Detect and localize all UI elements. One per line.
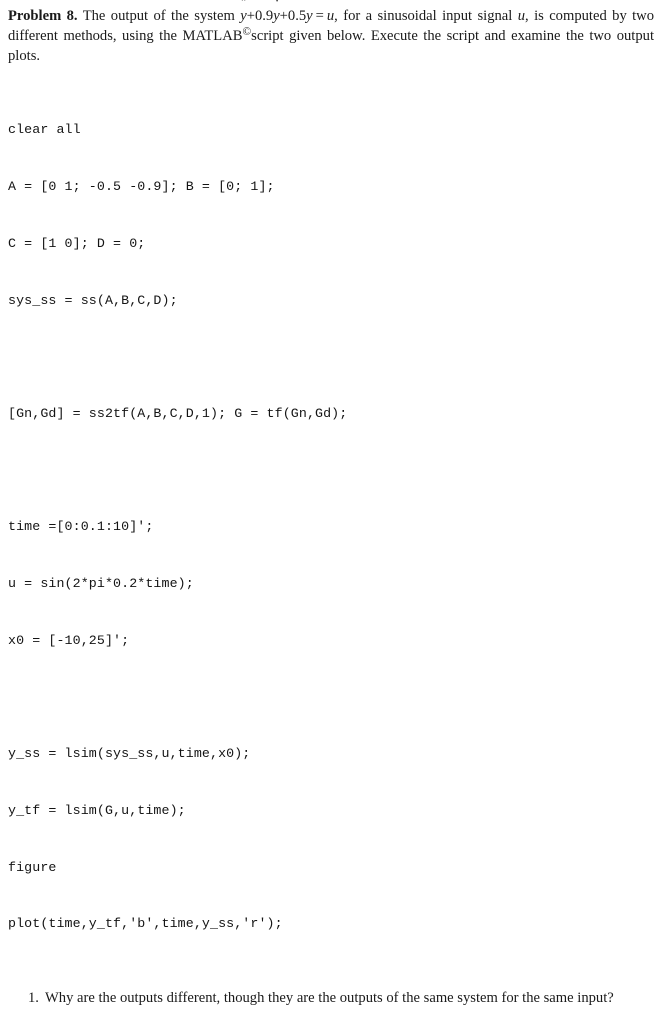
intro-text-part2: , for a sinusoidal input signal xyxy=(334,8,513,24)
code-line: C = [1 0]; D = 0; xyxy=(8,235,146,251)
code-line: u = sin(2*pi*0.2*time); xyxy=(8,576,194,592)
document-page: Problem 8. The output of the system y+0.… xyxy=(0,0,661,1006)
question-text: Why are the outputs different, though th… xyxy=(45,990,614,1007)
code-line: plot(time,y_tf,'b',time,y_ss,'r'); xyxy=(8,916,283,932)
problem-label: Problem 8. xyxy=(8,8,78,24)
code-line: clear all xyxy=(8,122,81,138)
code-line: x0 = [-10,25]'; xyxy=(8,632,130,648)
question-number: 1. xyxy=(28,990,39,1007)
code-line: A = [0 1; -0.5 -0.9]; B = [0; 1]; xyxy=(8,179,275,195)
matlab-word: MATLAB xyxy=(182,28,243,45)
code-line: y_tf = lsim(G,u,time); xyxy=(8,803,186,818)
copyright-icon: © xyxy=(242,26,252,39)
matlab-code-listing: clear all A = [0 1; -0.5 -0.9]; B = [0; … xyxy=(8,84,655,973)
code-line: [Gn,Gd] = ss2tf(A,B,C,D,1); G = tf(Gn,Gd… xyxy=(8,406,348,421)
input-signal-symbol: u xyxy=(517,8,526,24)
code-line: sys_ss = ss(A,B,C,D); xyxy=(8,292,178,308)
matlab-trademark: MATLAB© xyxy=(182,26,252,45)
intro-text-part1: The output of the system xyxy=(82,8,235,24)
code-line: y_ss = lsim(sys_ss,u,time,x0); xyxy=(8,746,251,762)
code-line: figure xyxy=(8,859,57,875)
code-line: time =[0:0.1:10]'; xyxy=(8,519,154,535)
question-list: 1. Why are the outputs different, though… xyxy=(8,988,655,1012)
system-equation: y+0.9y+0.5y=u xyxy=(240,8,334,24)
question-item-1: 1. Why are the outputs different, though… xyxy=(8,988,655,1008)
problem-statement-paragraph: Problem 8. The output of the system y+0.… xyxy=(8,6,655,67)
